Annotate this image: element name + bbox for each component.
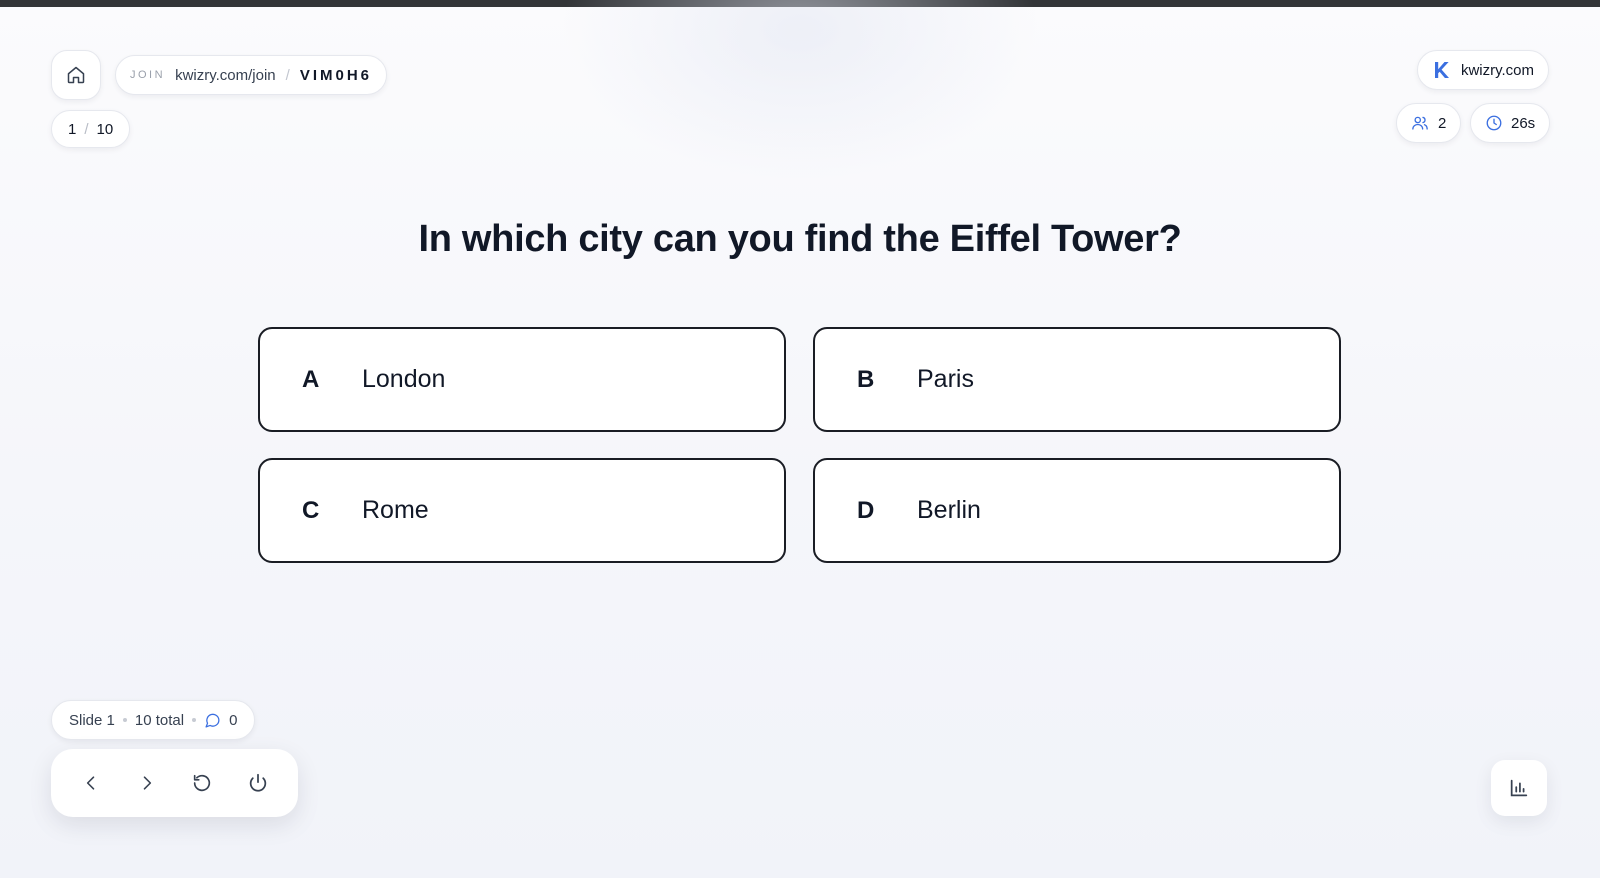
- separator-dot: [192, 718, 197, 722]
- answer-option-b[interactable]: B Paris: [813, 327, 1341, 432]
- answer-letter: C: [302, 496, 320, 524]
- answer-option-d[interactable]: D Berlin: [813, 458, 1341, 563]
- join-separator: /: [285, 66, 290, 84]
- background-glow: [560, 0, 1040, 180]
- end-session-button[interactable]: [236, 761, 280, 805]
- answer-text: Berlin: [917, 496, 981, 524]
- join-label: JOIN: [130, 69, 166, 81]
- question-title: In which city can you find the Eiffel To…: [418, 218, 1182, 260]
- answer-option-c[interactable]: C Rome: [258, 458, 786, 563]
- join-code: VIM0H6: [299, 66, 372, 84]
- answer-text: London: [362, 365, 446, 393]
- players-count: 2: [1438, 114, 1447, 132]
- users-icon: [1411, 114, 1429, 132]
- answer-text: Rome: [362, 496, 429, 524]
- slide-current: 1: [68, 120, 77, 138]
- players-count-badge: 2: [1396, 103, 1462, 143]
- slide-info: Slide 1 10 total 0: [51, 700, 256, 740]
- results-button[interactable]: [1491, 760, 1547, 816]
- join-info[interactable]: JOIN kwizry.com/join / VIM0H6: [115, 55, 387, 95]
- brand-name: kwizry.com: [1460, 61, 1534, 79]
- timer-badge: 26s: [1470, 103, 1551, 143]
- answer-letter: B: [857, 365, 875, 393]
- brand-link[interactable]: kwizry.com: [1416, 50, 1549, 90]
- bar-chart-icon: [1508, 777, 1530, 799]
- timer-value: 26s: [1511, 114, 1536, 132]
- slide-counter-separator: /: [84, 120, 89, 138]
- chevron-left-icon: [81, 773, 101, 793]
- total-label: 10 total: [134, 711, 185, 729]
- slide-label: Slide 1: [69, 711, 115, 729]
- comments-count: 0: [229, 711, 238, 729]
- previous-button[interactable]: [69, 761, 113, 805]
- clock-icon: [1485, 114, 1503, 132]
- join-url: kwizry.com/join: [175, 66, 276, 84]
- answer-option-a[interactable]: A London: [258, 327, 786, 432]
- answer-text: Paris: [917, 365, 974, 393]
- next-button[interactable]: [125, 761, 169, 805]
- answer-grid: A London B Paris C Rome D Berlin: [258, 327, 1342, 563]
- chevron-right-icon: [137, 773, 157, 793]
- separator-dot: [122, 718, 127, 722]
- kwizry-logo-icon: [1432, 60, 1452, 80]
- comment-icon[interactable]: [204, 712, 221, 729]
- answer-letter: A: [302, 365, 320, 393]
- home-button[interactable]: [51, 50, 101, 100]
- restart-icon: [191, 772, 213, 794]
- slide-total: 10: [96, 120, 114, 138]
- home-icon: [66, 65, 86, 85]
- slide-counter: 1 / 10: [51, 110, 131, 148]
- power-icon: [247, 772, 269, 794]
- presenter-controls: [51, 749, 298, 817]
- answer-letter: D: [857, 496, 875, 524]
- restart-button[interactable]: [180, 761, 224, 805]
